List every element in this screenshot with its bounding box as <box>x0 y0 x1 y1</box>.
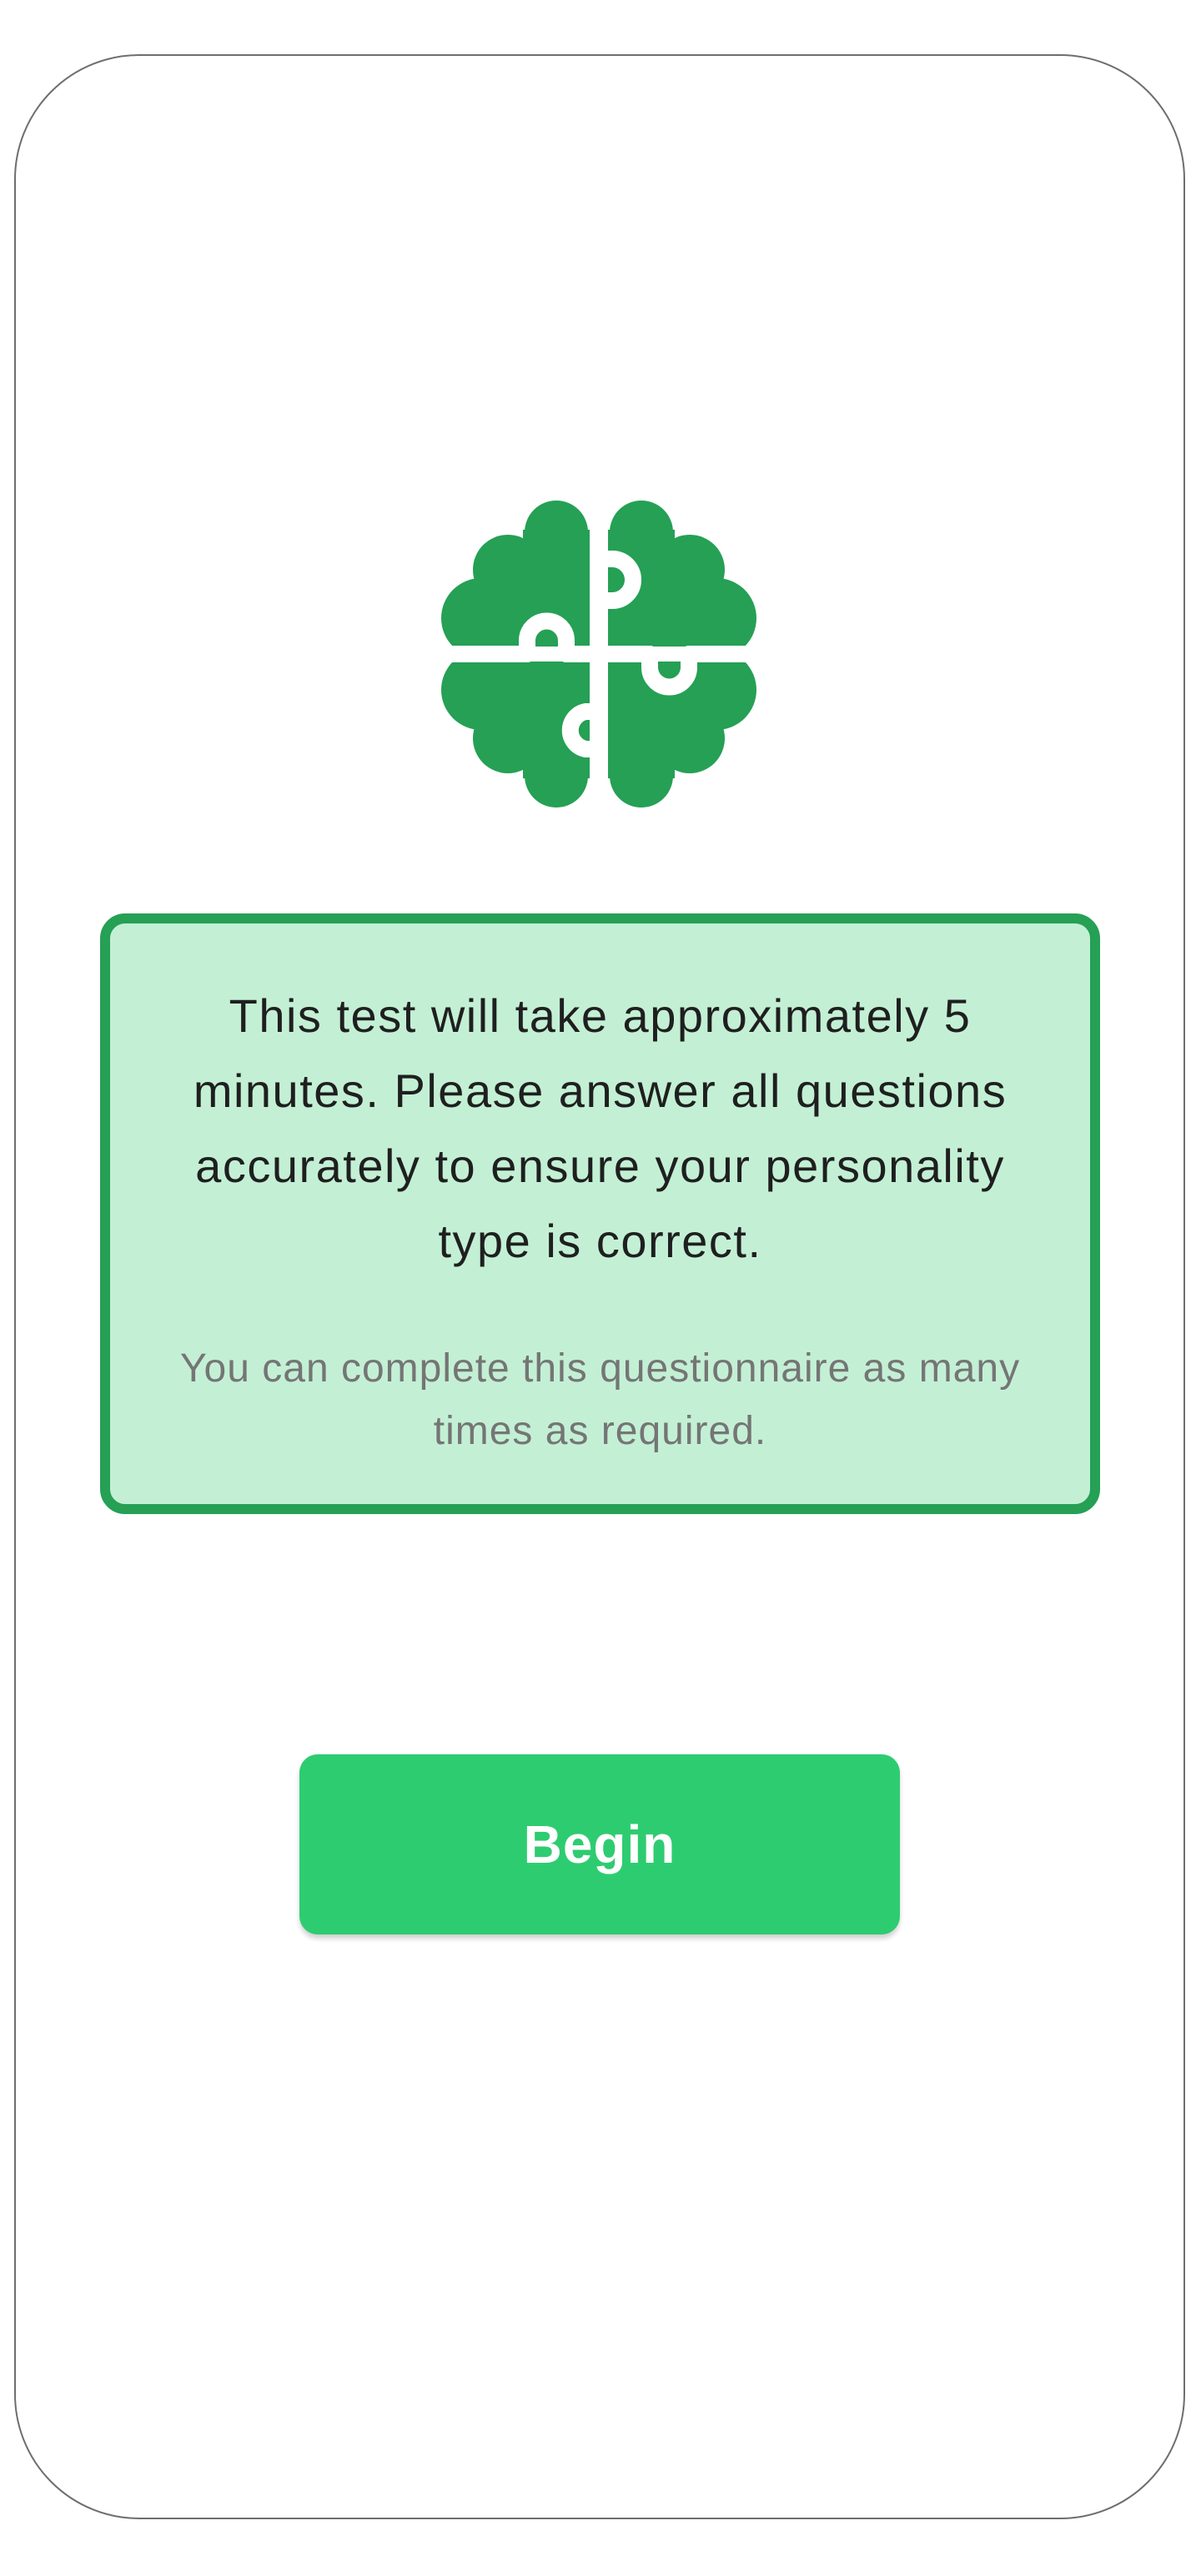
retake-note-text: You can complete this questionnaire as m… <box>179 1346 1021 1453</box>
test-duration-text: This test will take approximately 5 minu… <box>193 989 1008 1267</box>
info-card: This test will take approximately 5 minu… <box>100 913 1100 1514</box>
brain-puzzle-icon <box>441 496 756 812</box>
begin-button[interactable]: Begin <box>299 1754 900 1935</box>
